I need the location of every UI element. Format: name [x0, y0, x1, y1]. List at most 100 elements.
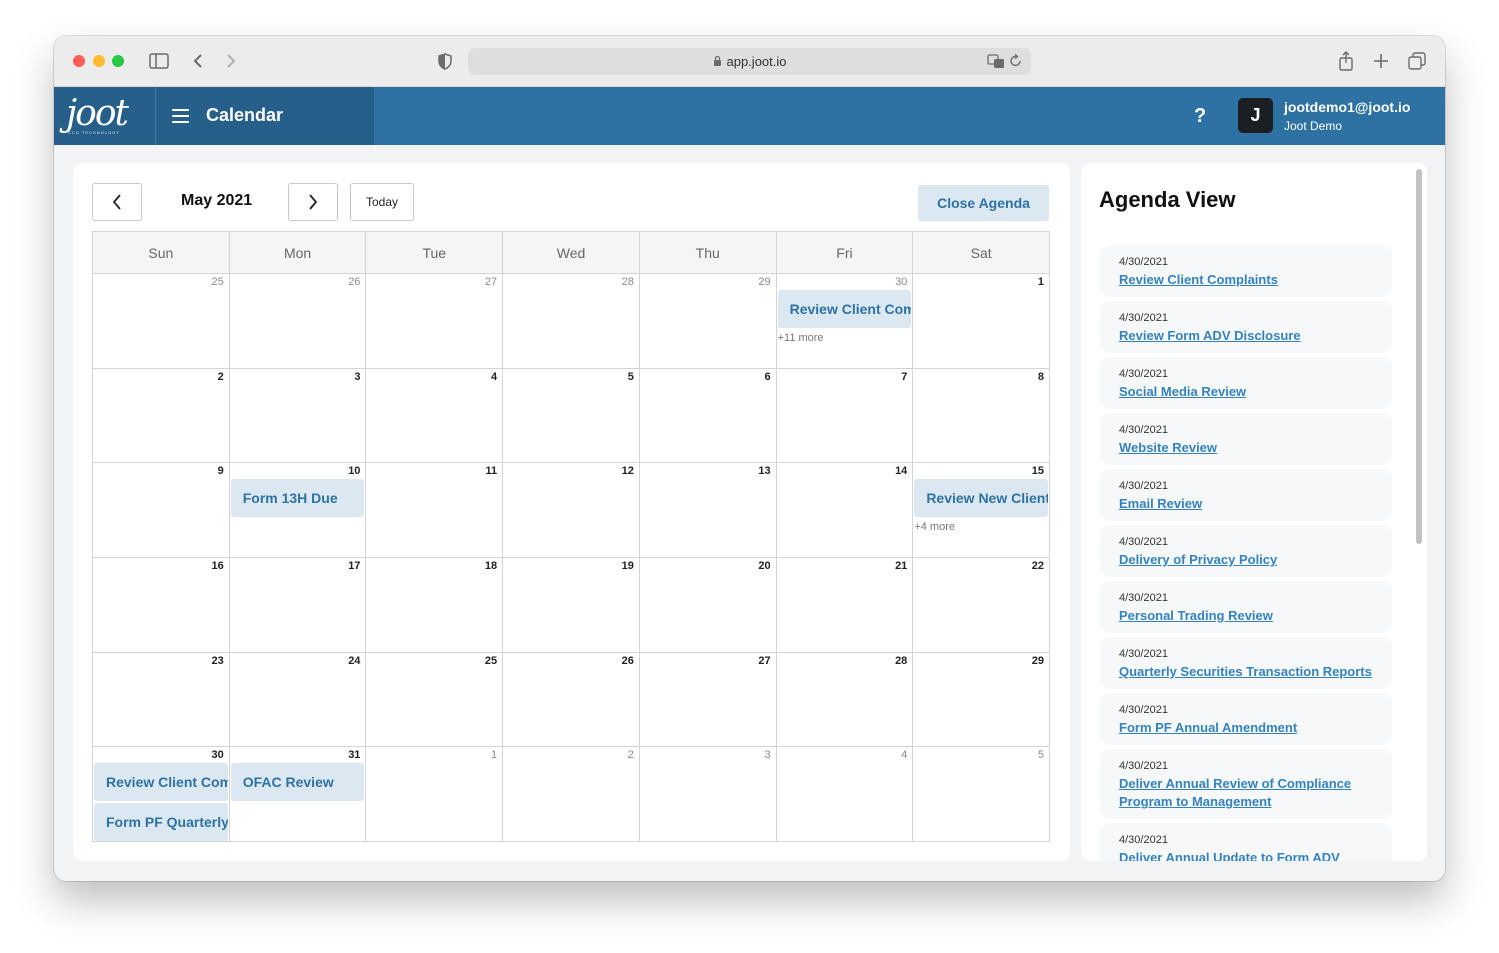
- joot-logo[interactable]: joot CCO TECHNOLOGY: [66, 93, 154, 137]
- maximize-window-button[interactable]: [112, 55, 124, 67]
- day-cell[interactable]: 28: [503, 274, 640, 368]
- day-number[interactable]: 27: [485, 276, 497, 288]
- menu-icon[interactable]: [172, 109, 189, 123]
- day-number[interactable]: 4: [491, 371, 497, 383]
- day-number[interactable]: 17: [348, 560, 360, 572]
- prev-month-button[interactable]: [92, 183, 142, 221]
- day-number[interactable]: 2: [628, 749, 634, 761]
- help-icon[interactable]: ?: [1194, 105, 1206, 128]
- calendar-event[interactable]: Review Client Complaints: [94, 763, 228, 802]
- day-number[interactable]: 13: [758, 465, 770, 477]
- day-cell[interactable]: 28: [777, 652, 914, 747]
- day-cell[interactable]: 14: [777, 463, 914, 558]
- agenda-item-link[interactable]: Deliver Annual Update to Form ADV: [1119, 849, 1373, 861]
- day-cell[interactable]: 27: [366, 274, 504, 368]
- avatar[interactable]: J: [1238, 98, 1273, 133]
- forward-icon[interactable]: [222, 50, 240, 72]
- day-number[interactable]: 5: [1038, 749, 1044, 761]
- day-cell[interactable]: 2: [503, 747, 640, 843]
- day-cell[interactable]: 16: [93, 558, 230, 652]
- day-cell[interactable]: 24: [230, 652, 367, 747]
- new-tab-icon[interactable]: [1371, 50, 1391, 72]
- agenda-item-link[interactable]: Deliver Annual Review of Compliance Prog…: [1119, 775, 1373, 811]
- day-cell[interactable]: 12: [503, 463, 640, 558]
- day-number[interactable]: 4: [901, 749, 907, 761]
- day-number[interactable]: 25: [485, 655, 497, 667]
- calendar-event[interactable]: Form PF Quarterly: [94, 803, 228, 842]
- day-cell[interactable]: 26: [503, 652, 640, 747]
- day-number[interactable]: 21: [895, 560, 907, 572]
- close-window-button[interactable]: [73, 55, 85, 67]
- day-cell[interactable]: 19: [503, 558, 640, 652]
- user-email[interactable]: jootdemo1@joot.io: [1284, 99, 1410, 115]
- calendar-event[interactable]: Form 13H Due: [230, 479, 365, 518]
- day-cell[interactable]: 31 OFAC Review: [230, 747, 367, 843]
- day-number[interactable]: 12: [622, 465, 634, 477]
- day-cell[interactable]: 9: [93, 463, 230, 558]
- day-cell[interactable]: 7: [777, 368, 914, 463]
- day-number[interactable]: 14: [895, 465, 907, 477]
- today-button[interactable]: Today: [350, 183, 414, 221]
- day-cell[interactable]: 17: [230, 558, 367, 652]
- agenda-item-link[interactable]: Review Client Complaints: [1119, 271, 1373, 289]
- more-events-link[interactable]: +4 more: [914, 521, 955, 533]
- day-cell[interactable]: 18: [366, 558, 504, 652]
- day-number[interactable]: 8: [1038, 371, 1044, 383]
- translate-icon[interactable]: [987, 53, 1005, 72]
- day-number[interactable]: 10: [348, 465, 360, 477]
- tabs-overview-icon[interactable]: [1407, 50, 1427, 72]
- day-number[interactable]: 16: [211, 560, 223, 572]
- agenda-item-link[interactable]: Social Media Review: [1119, 383, 1373, 401]
- day-number[interactable]: 28: [895, 655, 907, 667]
- day-cell[interactable]: 2: [93, 368, 230, 463]
- day-number[interactable]: 28: [622, 276, 634, 288]
- day-number[interactable]: 23: [211, 655, 223, 667]
- next-month-button[interactable]: [288, 183, 338, 221]
- reload-icon[interactable]: [1009, 53, 1023, 72]
- close-agenda-button[interactable]: Close Agenda: [918, 185, 1049, 221]
- day-cell[interactable]: 3: [230, 368, 367, 463]
- day-number[interactable]: 19: [622, 560, 634, 572]
- day-cell[interactable]: 4: [366, 368, 504, 463]
- day-cell[interactable]: 25: [93, 274, 230, 368]
- day-number[interactable]: 29: [1032, 655, 1044, 667]
- day-number[interactable]: 20: [758, 560, 770, 572]
- shield-icon[interactable]: [435, 50, 455, 72]
- minimize-window-button[interactable]: [93, 55, 105, 67]
- day-cell[interactable]: 27: [640, 652, 777, 747]
- agenda-item-link[interactable]: Review Form ADV Disclosure: [1119, 327, 1373, 345]
- day-number[interactable]: 15: [1032, 465, 1044, 477]
- day-cell[interactable]: 29: [913, 653, 1049, 747]
- day-number[interactable]: 26: [348, 276, 360, 288]
- agenda-scrollbar[interactable]: [1412, 163, 1427, 861]
- day-cell[interactable]: 30 Review Client ComplaintsForm PF Quarte…: [93, 747, 230, 843]
- day-cell[interactable]: 5: [503, 368, 640, 463]
- day-cell[interactable]: 1: [366, 747, 504, 843]
- day-cell[interactable]: 1: [913, 274, 1049, 368]
- day-number[interactable]: 29: [758, 276, 770, 288]
- more-events-link[interactable]: +11 more: [778, 332, 824, 344]
- day-number[interactable]: 22: [1032, 560, 1044, 572]
- day-number[interactable]: 11: [486, 465, 498, 477]
- day-cell[interactable]: 11: [366, 463, 504, 558]
- day-cell[interactable]: 20: [640, 558, 777, 652]
- day-number[interactable]: 3: [764, 749, 770, 761]
- agenda-item-link[interactable]: Website Review: [1119, 439, 1373, 457]
- day-number[interactable]: 7: [901, 371, 907, 383]
- agenda-item-link[interactable]: Delivery of Privacy Policy: [1119, 551, 1373, 569]
- scroll-thumb[interactable]: [1416, 169, 1422, 544]
- day-cell[interactable]: 25: [366, 652, 504, 747]
- day-cell[interactable]: 8: [913, 369, 1049, 463]
- day-cell[interactable]: 4: [777, 747, 914, 843]
- agenda-item-link[interactable]: Quarterly Securities Transaction Reports: [1119, 663, 1373, 681]
- day-number[interactable]: 26: [622, 655, 634, 667]
- day-cell[interactable]: 23: [93, 652, 230, 747]
- day-number[interactable]: 2: [218, 371, 224, 383]
- back-icon[interactable]: [189, 50, 207, 72]
- day-number[interactable]: 5: [628, 371, 634, 383]
- day-cell[interactable]: 13: [640, 463, 777, 558]
- day-cell[interactable]: 10 Form 13H Due: [230, 463, 367, 558]
- day-cell[interactable]: 30 Review Client Complaints +11 more: [777, 274, 914, 368]
- day-number[interactable]: 3: [354, 371, 360, 383]
- day-number[interactable]: 1: [1038, 276, 1044, 288]
